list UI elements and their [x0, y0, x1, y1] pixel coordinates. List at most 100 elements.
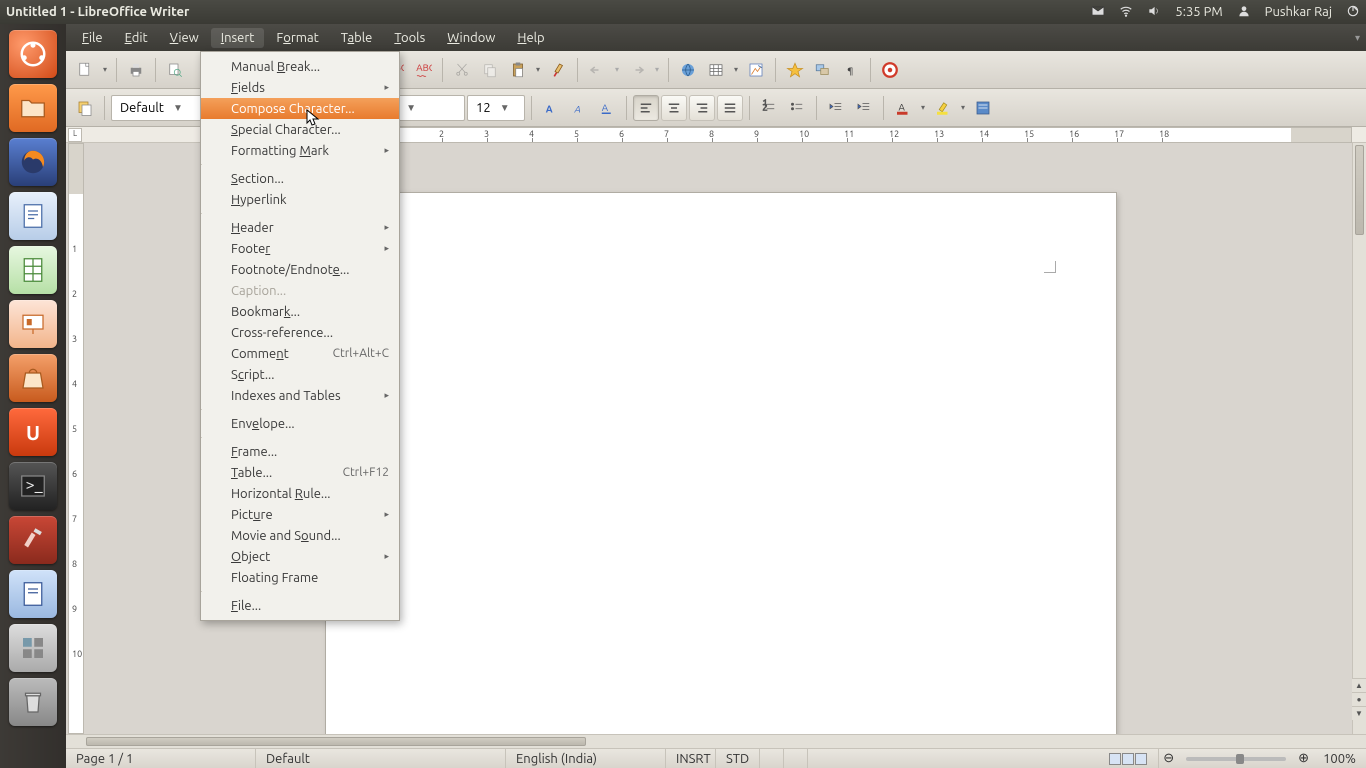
scrollbar-thumb[interactable] — [86, 737, 586, 746]
launcher-terminal[interactable]: >_ — [9, 462, 57, 510]
menu-item[interactable]: File... — [201, 595, 399, 616]
decrease-indent-button[interactable] — [823, 95, 849, 121]
wifi-icon[interactable] — [1119, 4, 1133, 21]
user-name[interactable]: Pushkar Raj — [1265, 5, 1332, 19]
menu-item[interactable]: Floating Frame — [201, 567, 399, 588]
launcher-dash[interactable] — [9, 30, 57, 78]
autospell-button[interactable]: ABC — [410, 57, 436, 83]
font-color-dropdown-icon[interactable]: ▾ — [918, 103, 928, 112]
view-layout-buttons[interactable] — [1099, 749, 1159, 768]
launcher-firefox[interactable] — [9, 138, 57, 186]
print-preview-button[interactable] — [162, 57, 188, 83]
table-button[interactable] — [703, 57, 729, 83]
launcher-settings[interactable] — [9, 516, 57, 564]
underline-button[interactable]: A — [594, 95, 620, 121]
gallery-button[interactable] — [810, 57, 836, 83]
format-paintbrush-button[interactable] — [545, 57, 571, 83]
menu-item[interactable]: Cross-reference... — [201, 322, 399, 343]
show-draw-button[interactable] — [743, 57, 769, 83]
menu-help[interactable]: Help — [507, 28, 554, 48]
menu-item[interactable]: Footer▸ — [201, 238, 399, 259]
zoom-value[interactable]: 100% — [1313, 749, 1366, 768]
menu-table[interactable]: Table — [331, 28, 383, 48]
undo-dropdown-icon[interactable]: ▾ — [612, 65, 622, 74]
prev-page-button[interactable]: ▲ — [1352, 678, 1366, 692]
redo-dropdown-icon[interactable]: ▾ — [652, 65, 662, 74]
next-page-button[interactable]: ▼ — [1352, 706, 1366, 720]
bullet-list-button[interactable] — [784, 95, 810, 121]
new-button[interactable] — [72, 57, 98, 83]
undo-button[interactable] — [584, 57, 610, 83]
font-size-combo[interactable]: 12 ▼ — [467, 95, 525, 121]
launcher-trash[interactable] — [9, 678, 57, 726]
align-right-button[interactable] — [689, 95, 715, 121]
launcher-calc[interactable] — [9, 246, 57, 294]
power-icon[interactable] — [1346, 4, 1360, 21]
new-dropdown-icon[interactable]: ▾ — [100, 65, 110, 74]
menu-item[interactable]: Picture▸ — [201, 504, 399, 525]
launcher-workspace[interactable] — [9, 624, 57, 672]
increase-indent-button[interactable] — [851, 95, 877, 121]
menubar-toggle-icon[interactable]: ▾ — [1355, 32, 1360, 44]
scrollbar-thumb[interactable] — [1355, 145, 1364, 235]
highlight-dropdown-icon[interactable]: ▾ — [958, 103, 968, 112]
zoom-in-button[interactable]: ⊕ — [1294, 749, 1313, 768]
zoom-slider[interactable] — [1186, 757, 1286, 761]
bold-button[interactable]: A — [538, 95, 564, 121]
menu-item[interactable]: Formatting Mark▸ — [201, 140, 399, 161]
menu-item[interactable]: Horizontal Rule... — [201, 483, 399, 504]
status-selection-mode[interactable]: STD — [716, 749, 760, 768]
italic-button[interactable]: A — [566, 95, 592, 121]
status-style[interactable]: Default — [256, 749, 506, 768]
menu-edit[interactable]: Edit — [115, 28, 158, 48]
hyperlink-button[interactable] — [675, 57, 701, 83]
nav-select-button[interactable]: ● — [1352, 692, 1366, 706]
menu-file[interactable]: File — [72, 28, 113, 48]
menu-item[interactable]: Hyperlink — [201, 189, 399, 210]
copy-button[interactable] — [477, 57, 503, 83]
menu-item[interactable]: Fields▸ — [201, 77, 399, 98]
launcher-impress[interactable] — [9, 300, 57, 348]
menu-insert[interactable]: Insert — [211, 28, 265, 48]
menu-item[interactable]: Indexes and Tables▸ — [201, 385, 399, 406]
styles-button[interactable] — [72, 95, 98, 121]
help-button[interactable] — [877, 57, 903, 83]
menu-view[interactable]: View — [160, 28, 209, 48]
menu-item[interactable]: Section... — [201, 168, 399, 189]
menu-item[interactable]: Header▸ — [201, 217, 399, 238]
menu-item[interactable]: Compose Character... — [201, 98, 399, 119]
paste-button[interactable] — [505, 57, 531, 83]
redo-button[interactable] — [624, 57, 650, 83]
table-dropdown-icon[interactable]: ▾ — [731, 65, 741, 74]
menu-item[interactable]: Script... — [201, 364, 399, 385]
align-center-button[interactable] — [661, 95, 687, 121]
navigator-button[interactable] — [782, 57, 808, 83]
status-signature[interactable] — [784, 749, 808, 768]
nonprinting-button[interactable]: ¶ — [838, 57, 864, 83]
zoom-out-button[interactable]: ⊖ — [1159, 749, 1178, 768]
mail-icon[interactable] — [1091, 4, 1105, 21]
menu-item[interactable]: Frame... — [201, 441, 399, 462]
align-justify-button[interactable] — [717, 95, 743, 121]
menu-tools[interactable]: Tools — [384, 28, 435, 48]
ruler-vertical[interactable]: 1 2 3 4 5 6 7 8 9 10 — [68, 143, 84, 734]
print-button[interactable] — [123, 57, 149, 83]
numbered-list-button[interactable]: 12 — [756, 95, 782, 121]
menu-item[interactable]: Bookmark... — [201, 301, 399, 322]
launcher-files[interactable] — [9, 84, 57, 132]
launcher-software-center[interactable] — [9, 354, 57, 402]
menu-item[interactable]: Object▸ — [201, 546, 399, 567]
font-color-button[interactable]: A — [890, 95, 916, 121]
menu-window[interactable]: Window — [437, 28, 505, 48]
volume-icon[interactable] — [1147, 4, 1161, 21]
status-insert-mode[interactable]: INSRT — [666, 749, 716, 768]
launcher-writer[interactable] — [9, 192, 57, 240]
menu-item[interactable]: CommentCtrl+Alt+C — [201, 343, 399, 364]
menu-item[interactable]: Footnote/Endnote... — [201, 259, 399, 280]
align-left-button[interactable] — [633, 95, 659, 121]
status-page[interactable]: Page 1 / 1 — [66, 749, 256, 768]
clock[interactable]: 5:35 PM — [1175, 5, 1222, 19]
cut-button[interactable] — [449, 57, 475, 83]
menu-format[interactable]: Format — [266, 28, 328, 48]
highlight-button[interactable] — [930, 95, 956, 121]
